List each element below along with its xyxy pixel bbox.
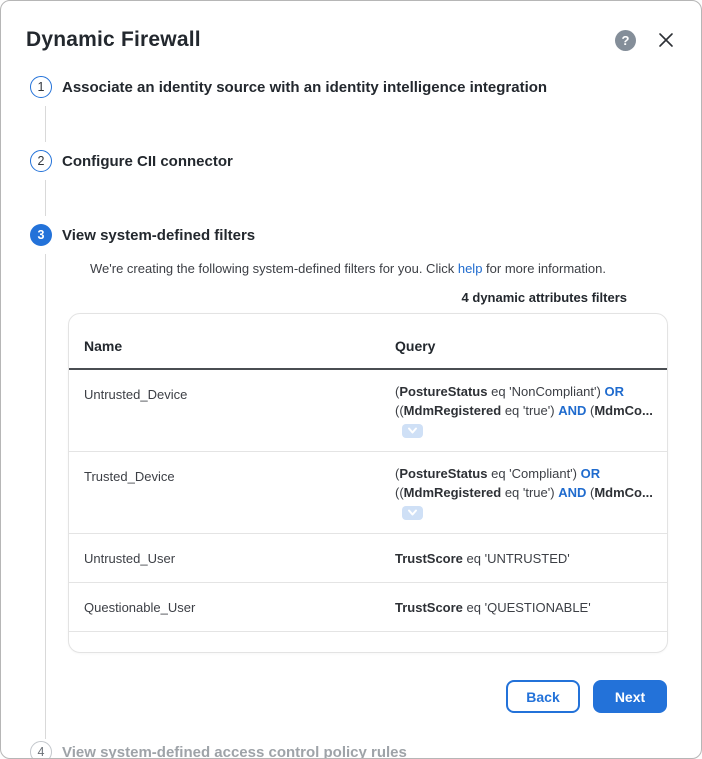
expand-query-icon[interactable]: [402, 424, 423, 438]
next-button[interactable]: Next: [593, 680, 667, 713]
filter-name-cell: Questionable_User: [69, 583, 395, 632]
step-4-label: View system-defined access control polic…: [62, 744, 407, 759]
step-1-number: 1: [30, 76, 52, 98]
dialog-header: Dynamic Firewall ?: [26, 28, 676, 52]
step-1-header[interactable]: 1 Associate an identity source with an i…: [30, 76, 676, 98]
step-connector: [45, 106, 46, 142]
filter-query-cell: TrustScore eq 'QUESTIONABLE': [395, 583, 667, 632]
step-2-header[interactable]: 2 Configure CII connector: [30, 150, 676, 172]
help-icon[interactable]: ?: [615, 30, 636, 51]
filter-name-cell: Untrusted_User: [69, 534, 395, 583]
filter-query-cell: TrustScore eq 'UNTRUSTED': [395, 534, 667, 583]
table-row: Untrusted_UserTrustScore eq 'UNTRUSTED': [69, 534, 667, 583]
filters-table-body: Untrusted_Device(PostureStatus eq 'NonCo…: [69, 369, 667, 632]
step-2-label: Configure CII connector: [62, 153, 233, 170]
column-header-query: Query: [395, 314, 667, 369]
table-row: Untrusted_Device(PostureStatus eq 'NonCo…: [69, 369, 667, 452]
table-header-row: Name Query: [69, 314, 667, 369]
expand-query-icon[interactable]: [402, 506, 423, 520]
filter-name-cell: Trusted_Device: [69, 452, 395, 534]
step-2-number: 2: [30, 150, 52, 172]
description-text-after: for more information.: [482, 261, 606, 276]
page-title: Dynamic Firewall: [26, 28, 615, 52]
close-icon[interactable]: [656, 30, 676, 50]
step-3-number: 3: [30, 224, 52, 246]
back-button[interactable]: Back: [506, 680, 580, 713]
filters-count-label: 4 dynamic attributes filters: [30, 290, 676, 305]
filter-query-cell: (PostureStatus eq 'Compliant') OR((MdmRe…: [395, 452, 667, 534]
table-row: Trusted_Device(PostureStatus eq 'Complia…: [69, 452, 667, 534]
step-4-header[interactable]: 4 View system-defined access control pol…: [30, 741, 676, 759]
step-connector: [45, 180, 46, 216]
step-3-content: We're creating the following system-defi…: [30, 260, 676, 713]
filters-description: We're creating the following system-defi…: [90, 260, 676, 278]
filters-table: Name Query Untrusted_Device(PostureStatu…: [69, 314, 667, 632]
step-4-number: 4: [30, 741, 52, 759]
dialog-actions: Back Next: [30, 680, 667, 713]
step-3-header[interactable]: 3 View system-defined filters: [30, 224, 676, 246]
step-3-label: View system-defined filters: [62, 227, 255, 244]
table-row: Questionable_UserTrustScore eq 'QUESTION…: [69, 583, 667, 632]
column-header-name: Name: [69, 314, 395, 369]
filter-name-cell: Untrusted_Device: [69, 369, 395, 452]
help-link[interactable]: help: [458, 261, 483, 276]
filters-table-card: Name Query Untrusted_Device(PostureStatu…: [68, 313, 668, 653]
description-text: We're creating the following system-defi…: [90, 261, 458, 276]
wizard-steps: 1 Associate an identity source with an i…: [26, 76, 676, 759]
filter-query-cell: (PostureStatus eq 'NonCompliant') OR((Md…: [395, 369, 667, 452]
dynamic-firewall-dialog: Dynamic Firewall ? 1 Associate an identi…: [0, 0, 702, 759]
step-1-label: Associate an identity source with an ide…: [62, 79, 547, 96]
